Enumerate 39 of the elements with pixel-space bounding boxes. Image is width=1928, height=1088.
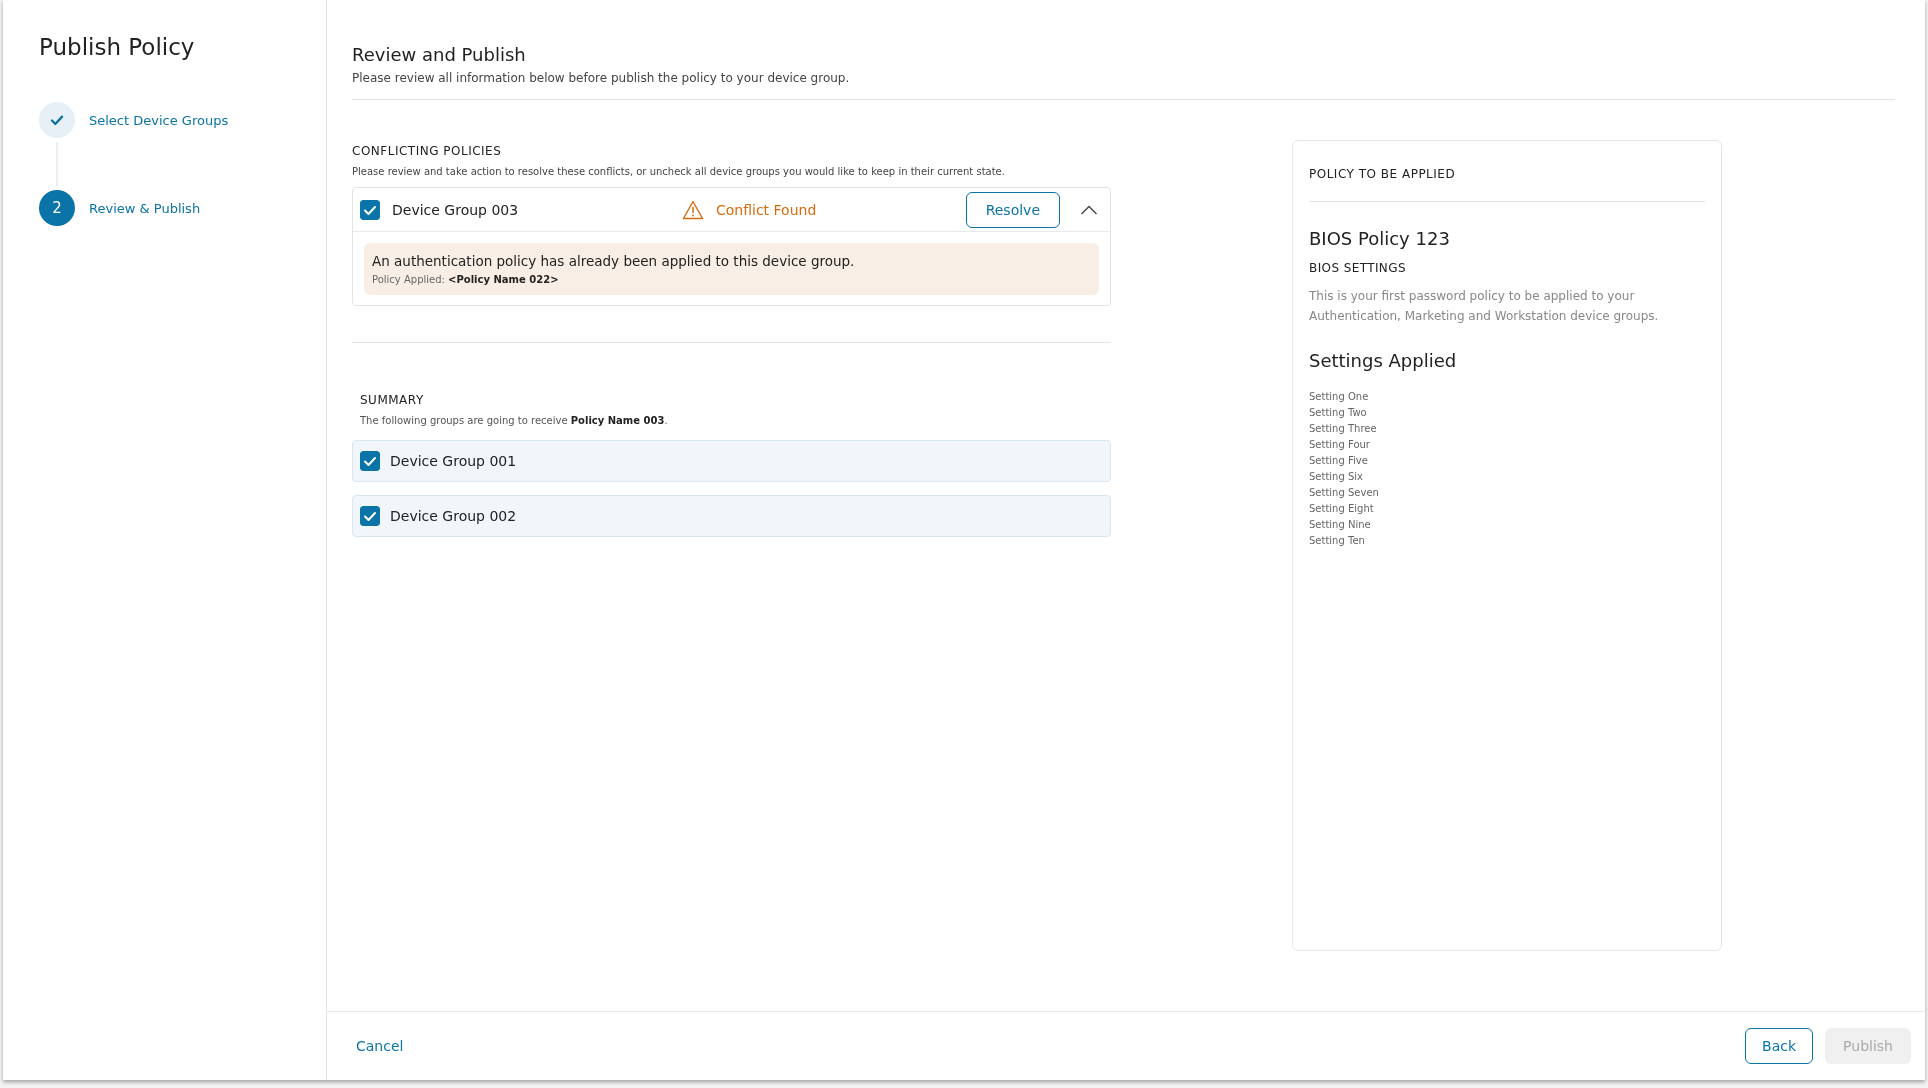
- checkbox[interactable]: [360, 199, 380, 220]
- setting-item: Setting Six: [1309, 470, 1365, 484]
- chevron-up-icon[interactable]: [1080, 203, 1098, 216]
- page-subtitle: Please review all information below before publish the policy to your device group.: [352, 71, 851, 85]
- device-group-name: Device Group 002: [390, 508, 517, 524]
- setting-item: Setting Five: [1309, 454, 1369, 468]
- back-button[interactable]: Back: [1745, 1028, 1814, 1064]
- policy-name: BIOS Policy 123: [1309, 228, 1451, 249]
- device-group-name: Device Group 003: [392, 201, 520, 218]
- setting-item: Setting Ten: [1309, 534, 1366, 548]
- settings-title: Settings Applied: [1309, 350, 1458, 371]
- setting-item: Setting Four: [1309, 438, 1371, 452]
- policy-description: This is your first password policy to be applied to your Authentication, Marketing and Workstation device groups.: [1309, 288, 1660, 325]
- page-title: Review and Publish: [352, 44, 527, 65]
- checkbox[interactable]: [360, 451, 380, 471]
- setting-item: Setting Eight: [1309, 502, 1375, 516]
- conflict-status: Conflict Found: [716, 201, 818, 218]
- sidebar-title: Publish Policy: [39, 34, 196, 60]
- cancel-button[interactable]: Cancel: [352, 1034, 408, 1058]
- setting-item: Setting Three: [1309, 422, 1378, 436]
- step-link[interactable]: Review & Publish: [89, 200, 201, 216]
- conflict-message: An authentication policy has already been applied to this device group.: [372, 253, 856, 269]
- setting-item: Setting Seven: [1309, 486, 1380, 500]
- policy-category: BIOS SETTINGS: [1309, 261, 1407, 275]
- setting-item: Setting Two: [1309, 406, 1368, 420]
- device-group-name: Device Group 001: [390, 453, 517, 469]
- setting-item: Setting Nine: [1309, 518, 1372, 532]
- section-description: The following groups are going to receive Policy Name 003.: [360, 415, 669, 426]
- warning-icon: [682, 199, 704, 220]
- policy-applied-text: Policy Applied: <Policy Name 022>: [372, 274, 560, 285]
- section-title: SUMMARY: [360, 393, 425, 407]
- setting-item: Setting One: [1309, 390, 1370, 404]
- panel-title: POLICY TO BE APPLIED: [1309, 167, 1457, 181]
- step-link[interactable]: Select Device Groups: [89, 112, 229, 128]
- checkbox[interactable]: [360, 506, 380, 526]
- resolve-button[interactable]: Resolve: [965, 191, 1060, 228]
- section-description: Please review and take action to resolve these conflicts, or uncheck all device groups you would like to keep in their current state.: [352, 166, 1006, 177]
- section-title: CONFLICTING POLICIES: [352, 144, 503, 158]
- step-number: 2: [39, 190, 75, 226]
